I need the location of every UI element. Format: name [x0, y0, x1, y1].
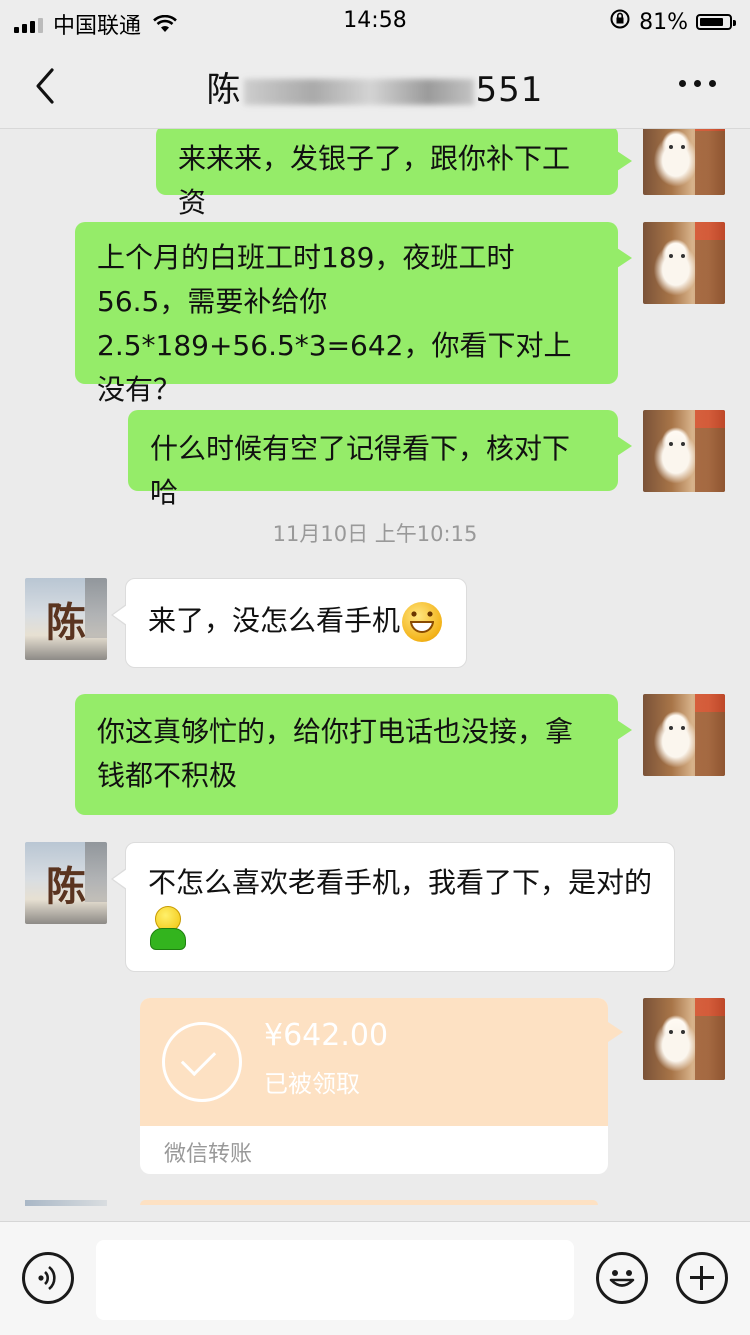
emoji-icon[interactable] — [596, 1252, 648, 1304]
transfer-label: 微信转账 — [164, 1142, 253, 1167]
check-circle-icon — [162, 1022, 242, 1102]
message-text: 你这真够忙的，给你打电话也没接，拿钱都不积极 — [97, 715, 574, 792]
chevron-left-icon[interactable] — [28, 64, 68, 108]
battery-icon — [696, 14, 736, 30]
transfer-amount: ¥642.00 — [264, 1018, 389, 1053]
sent-message-bubble[interactable]: 什么时候有空了记得看下，核对下哈 — [128, 410, 632, 509]
my-avatar[interactable] — [643, 410, 725, 492]
contact-avatar[interactable]: 陈 — [25, 578, 107, 660]
more-dots-icon[interactable] — [679, 80, 716, 87]
my-avatar[interactable] — [643, 998, 725, 1080]
received-message-bubble[interactable]: 不怎么喜欢老看手机，我看了下，是对的 — [111, 842, 675, 972]
transfer-card[interactable]: ¥642.00 已被领取 微信转账 — [140, 998, 608, 1174]
chat-title: 陈 551 — [150, 62, 600, 111]
message-text: 来了，没怎么看手机 — [148, 604, 401, 637]
received-message-bubble[interactable]: 来了，没怎么看手机 — [111, 578, 467, 668]
my-avatar[interactable] — [643, 129, 725, 195]
message-text: 不怎么喜欢老看手机，我看了下，是对的 — [148, 866, 653, 899]
message-text: 什么时候有空了记得看下，核对下哈 — [150, 432, 571, 509]
transfer-card-header: ¥642.00 已被领取 — [140, 998, 608, 1126]
timestamp: 11月10日 上午10:15 — [272, 522, 478, 546]
voice-icon[interactable] — [22, 1252, 74, 1304]
my-avatar[interactable] — [643, 222, 725, 304]
sent-message-bubble[interactable]: 上个月的白班工时189，夜班工时56.5，需要补给你2.5*189+56.5*3… — [75, 222, 632, 406]
redaction-blur — [243, 78, 474, 105]
sent-message-bubble[interactable]: 你这真够忙的，给你打电话也没接，拿钱都不积极 — [75, 694, 632, 815]
transfer-card-partial — [140, 1200, 598, 1205]
status-bar: 中国联通 14:58 81% — [0, 0, 750, 42]
input-bar — [0, 1221, 750, 1335]
battery-percent: 81% — [639, 9, 688, 35]
message-text: 上个月的白班工时189，夜班工时56.5，需要补给你2.5*189+56.5*3… — [97, 241, 572, 406]
my-avatar[interactable] — [643, 694, 725, 776]
transfer-card-tail — [608, 1022, 623, 1042]
contact-avatar-partial — [25, 1200, 107, 1206]
transfer-status: 已被领取 — [264, 1070, 360, 1098]
chat-header: 陈 551 — [0, 42, 750, 129]
rotation-lock-icon — [609, 8, 631, 36]
message-text: 来来来，发银子了，跟你补下工资 — [178, 142, 571, 219]
sent-message-bubble[interactable]: 来来来，发银子了，跟你补下工资 — [156, 129, 632, 219]
plus-icon[interactable] — [676, 1252, 728, 1304]
message-list[interactable]: 来来来，发银子了，跟你补下工资 上个月的白班工时189，夜班工时56.5，需要补… — [0, 129, 750, 1221]
chat-title-prefix: 陈 — [206, 70, 242, 110]
contact-avatar[interactable]: 陈 — [25, 842, 107, 924]
message-input[interactable] — [96, 1240, 574, 1320]
green-guy-emoji-icon — [148, 906, 186, 950]
grin-emoji-icon — [402, 602, 443, 642]
chat-title-suffix: 551 — [475, 70, 544, 110]
